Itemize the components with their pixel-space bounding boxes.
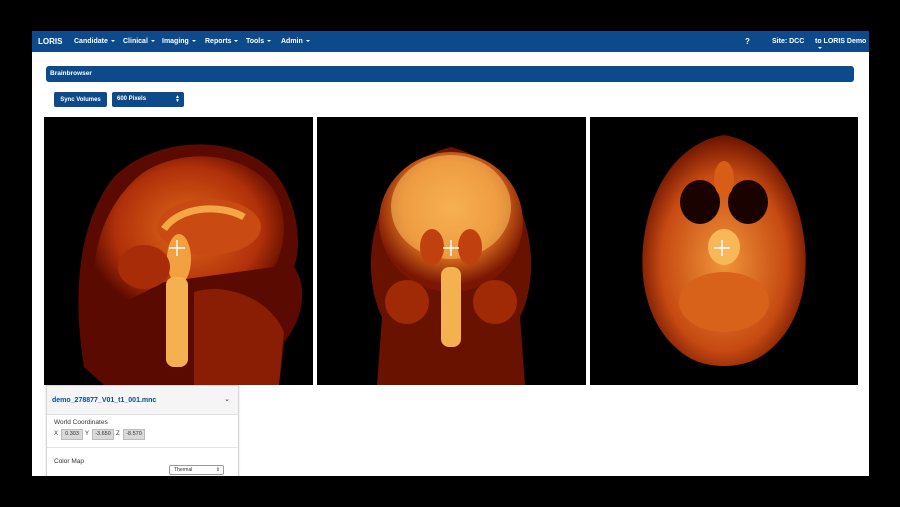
x-coordinate-input[interactable]: 0.303 xyxy=(61,429,83,440)
device-frame: LORIS Candidate Clinical Imaging Reports… xyxy=(0,0,900,507)
divider xyxy=(47,447,238,448)
select-arrows-icon: ⇕ xyxy=(215,467,220,473)
caret-down-icon xyxy=(818,47,822,50)
sync-volumes-button[interactable]: Sync Volumes xyxy=(54,92,107,107)
menu-imaging[interactable]: Imaging xyxy=(162,38,196,45)
panel-title: Brainbrowser xyxy=(50,70,92,77)
volume-filename: demo_278877_V01_t1_001.mnc xyxy=(52,397,157,404)
sagittal-view-canvas[interactable] xyxy=(44,117,313,385)
z-coordinate-input[interactable]: -8.570 xyxy=(123,429,145,440)
caret-down-icon xyxy=(234,40,239,43)
caret-down-icon xyxy=(267,40,272,43)
site-label: Site: DCC xyxy=(772,38,805,45)
caret-down-icon xyxy=(191,40,196,43)
x-label: X xyxy=(54,431,59,437)
select-arrows-icon: ▲ ▼ xyxy=(175,94,180,104)
y-coordinate-input[interactable]: -3.650 xyxy=(92,429,114,440)
coronal-view-canvas[interactable] xyxy=(317,117,586,385)
help-icon[interactable]: ? xyxy=(745,37,750,46)
brand-logo[interactable]: LORIS xyxy=(38,37,62,46)
caret-down-icon xyxy=(110,40,115,43)
menu-clinical[interactable]: Clinical xyxy=(123,38,155,45)
caret-down-icon xyxy=(305,40,310,43)
menu-admin[interactable]: Admin xyxy=(281,38,310,45)
panel-header: Brainbrowser xyxy=(46,66,854,82)
z-label: Z xyxy=(116,431,120,437)
user-menu[interactable]: to LORIS Demo xyxy=(815,38,869,52)
top-navbar: LORIS Candidate Clinical Imaging Reports… xyxy=(32,31,869,52)
volume-info-panel: demo_278877_V01_t1_001.mnc ⌄ World Coord… xyxy=(46,385,239,476)
menu-tools[interactable]: Tools xyxy=(246,38,272,45)
caret-down-icon xyxy=(150,40,155,43)
menu-reports[interactable]: Reports xyxy=(205,38,239,45)
menu-candidate[interactable]: Candidate xyxy=(74,38,115,45)
world-coordinates-label: World Coordinates xyxy=(54,419,108,426)
color-map-label: Color Map xyxy=(54,458,84,465)
color-map-select[interactable]: Thermal ⇕ xyxy=(169,465,224,475)
panel-size-select[interactable]: 600 Pixels ▲ ▼ xyxy=(112,92,184,107)
chevron-down-icon[interactable]: ⌄ xyxy=(224,395,230,403)
y-label: Y xyxy=(85,431,90,437)
volume-panel-header[interactable]: demo_278877_V01_t1_001.mnc ⌄ xyxy=(47,386,238,415)
browser-viewport: LORIS Candidate Clinical Imaging Reports… xyxy=(32,31,869,476)
axial-view-canvas[interactable] xyxy=(590,117,858,385)
